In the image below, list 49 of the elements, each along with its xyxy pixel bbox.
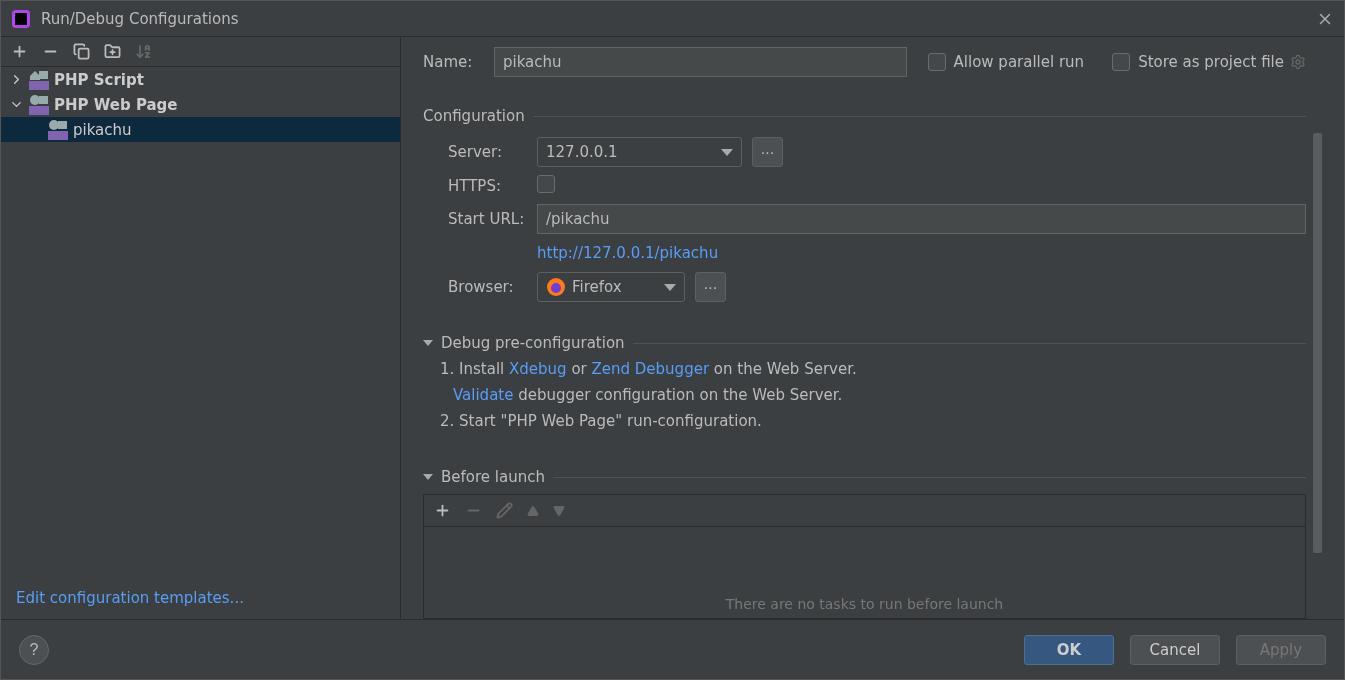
https-checkbox[interactable] xyxy=(537,175,555,193)
section-title[interactable]: Before launch xyxy=(441,468,545,486)
checkbox[interactable] xyxy=(1112,53,1131,71)
instruction-text: 1. Install Xdebug or Zend Debugger on the Web Server. xyxy=(439,360,858,378)
checkbox-label[interactable]: Allow parallel run xyxy=(953,53,1085,71)
section-title: Configuration xyxy=(423,107,525,125)
name-field[interactable]: pikachu xyxy=(494,47,907,77)
add-icon[interactable] xyxy=(11,43,28,60)
copy-icon[interactable] xyxy=(73,43,90,60)
edit-templates-link[interactable]: Edit configuration templates... xyxy=(16,589,400,607)
checkbox-label[interactable]: Store as project file xyxy=(1138,53,1284,71)
name-label: Name: xyxy=(423,53,474,71)
tree-item[interactable]: PHP Script xyxy=(1,67,400,92)
debugger-link[interactable]: Validate xyxy=(453,386,514,404)
browser-dropdown[interactable]: Firefox xyxy=(537,272,685,302)
dropdown-arrow-icon xyxy=(664,283,676,291)
browser-icon xyxy=(546,277,566,297)
instruction-text: 2. Start "PHP Web Page" run-configuration. xyxy=(439,412,763,430)
folder-add-icon[interactable] xyxy=(104,43,121,60)
start-url-field[interactable]: /pikachu xyxy=(537,204,1306,234)
start-url-label: Start URL: xyxy=(448,210,526,228)
more-button[interactable]: ... xyxy=(695,272,726,302)
app-logo-icon xyxy=(11,8,31,29)
php-file-icon xyxy=(28,68,50,91)
debugger-link[interactable]: Zend Debugger xyxy=(591,360,710,378)
debugger-link[interactable]: Xdebug xyxy=(509,360,567,378)
caret-icon[interactable] xyxy=(423,339,433,347)
php-globe-icon xyxy=(28,93,50,116)
tree-item[interactable]: pikachu xyxy=(1,117,400,142)
window-title: Run/Debug Configurations xyxy=(41,9,240,28)
dialog-button[interactable]: Cancel xyxy=(1130,634,1220,665)
section-title[interactable]: Debug pre-configuration xyxy=(441,334,625,352)
add-icon[interactable] xyxy=(434,502,451,519)
browser-label: Browser: xyxy=(448,278,515,296)
help-button[interactable]: ? xyxy=(19,634,49,665)
tree-item[interactable]: PHP Web Page xyxy=(1,92,400,117)
checkbox[interactable] xyxy=(927,53,946,71)
server-label: Server: xyxy=(448,143,503,161)
dropdown-arrow-icon xyxy=(721,148,733,156)
dialog-button[interactable]: OK xyxy=(1024,634,1114,665)
empty-tasks-text: There are no tasks to run before launch xyxy=(725,596,1004,612)
caret-icon[interactable] xyxy=(423,473,433,481)
server-dropdown[interactable]: 127.0.0.1 xyxy=(537,137,742,167)
php-globe-icon xyxy=(47,118,69,141)
https-label: HTTPS: xyxy=(448,176,502,195)
resolved-url-link[interactable]: http://127.0.0.1/pikachu xyxy=(537,244,1306,262)
more-button[interactable]: ... xyxy=(752,137,783,167)
instruction-text: Validate debugger configuration on the Web Server. xyxy=(452,386,844,404)
scrollbar[interactable] xyxy=(1313,133,1322,553)
